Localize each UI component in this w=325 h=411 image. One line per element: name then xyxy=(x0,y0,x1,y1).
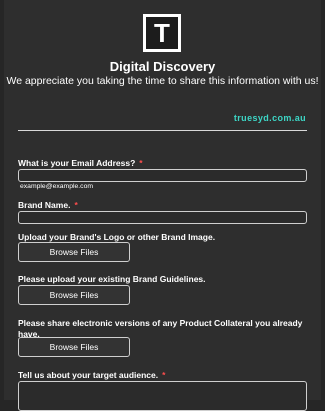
page-edge-right xyxy=(321,0,325,400)
brand-name-label-text: Brand Name. xyxy=(18,200,71,210)
form-title: Digital Discovery xyxy=(109,59,216,74)
email-label: What is your Email Address? * xyxy=(18,158,308,169)
brand-logo: T xyxy=(143,14,181,52)
email-label-text: What is your Email Address? xyxy=(18,158,136,168)
target-audience-label-text: Tell us about your target audience. xyxy=(18,370,159,380)
brand-name-label: Brand Name. * xyxy=(18,200,308,211)
site-link[interactable]: truesyd.com.au xyxy=(234,113,306,123)
form-subtitle: We appreciate you taking the time to sha… xyxy=(6,75,319,87)
required-mark: * xyxy=(139,158,143,168)
collateral-browse-files-button[interactable]: Browse Files xyxy=(18,337,130,357)
brand-logo-letter: T xyxy=(154,18,170,48)
logo-browse-files-button[interactable]: Browse Files xyxy=(18,242,130,262)
brand-name-field[interactable] xyxy=(18,211,307,224)
required-mark: * xyxy=(74,200,78,210)
guidelines-browse-files-button[interactable]: Browse Files xyxy=(18,285,130,305)
email-hint: example@example.com xyxy=(20,183,94,190)
target-audience-textarea[interactable] xyxy=(18,381,307,411)
page-edge-left xyxy=(0,0,4,400)
email-field[interactable] xyxy=(18,169,307,182)
header-divider xyxy=(18,130,307,131)
target-audience-label: Tell us about your target audience. * xyxy=(18,370,308,381)
guidelines-upload-label: Please upload your existing Brand Guidel… xyxy=(18,274,206,284)
required-mark: * xyxy=(162,370,166,380)
